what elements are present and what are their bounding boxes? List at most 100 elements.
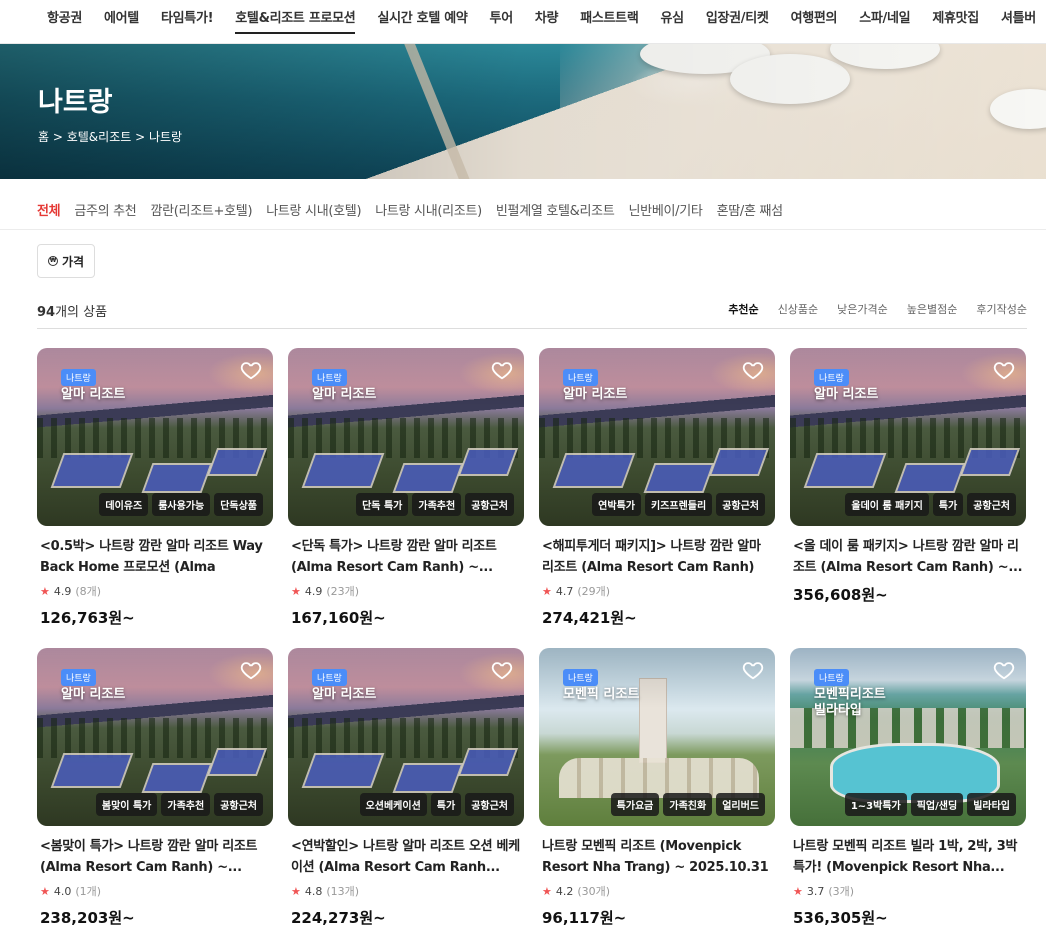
pool	[206, 448, 268, 476]
pool	[392, 463, 464, 493]
divider	[0, 229, 1046, 230]
product-card[interactable]: 나트랑 알마 리조트 오션베케이션 특가 공항근처 <연박할인> 나트랑 알마 리조트 오…	[288, 648, 524, 928]
region-badge: 나트랑	[61, 369, 96, 386]
heart-icon[interactable]	[993, 659, 1015, 681]
breadcrumb[interactable]: 홈 > 호텔&리조트 > 나트랑	[38, 128, 182, 145]
review-count: (3개)	[828, 885, 855, 898]
top-navigation: 항공권 에어텔 타임특가! 호텔&리조트 프로모션 실시간 호텔 예약 투어 차…	[0, 0, 1046, 44]
product-title[interactable]: 나트랑 모벤픽 리조트 (Movenpick Resort Nha Trang)…	[539, 836, 775, 878]
sort-low-price[interactable]: 낮은가격순	[837, 301, 888, 317]
heart-icon[interactable]	[240, 359, 262, 381]
rating-value: 4.2	[555, 884, 574, 898]
product-card[interactable]: 나트랑 모벤픽 리조트 특가요금 가족친화 얼리버드나트랑 모벤픽 리조트 (Moven…	[539, 648, 775, 928]
nav-item-timedeal[interactable]: 타임특가!	[161, 7, 214, 34]
category-tabs: 전체 금주의 추천 깜란(리조트+호텔) 나트랑 시내(호텔) 나트랑 시내(리…	[37, 200, 797, 219]
tag-badge: 공항근처	[214, 793, 263, 816]
product-price: 274,421원~	[542, 609, 637, 627]
tag-list: 올데이 룸 패키지 특가 공항근처	[845, 493, 1016, 516]
sort-options: 추천순 신상품순 낮은가격순 높은별점순 후기작성순	[709, 301, 1027, 317]
tag-badge: 오션베케이션	[359, 793, 427, 816]
nav-item-realtime-hotel[interactable]: 실시간 호텔 예약	[377, 7, 467, 34]
tab-city-resort[interactable]: 나트랑 시내(리조트)	[375, 200, 482, 219]
nav-item-shuttle[interactable]: 셔틀버	[1001, 7, 1036, 34]
review-count: (30개)	[577, 885, 611, 898]
sort-reviews[interactable]: 후기작성순	[976, 301, 1027, 317]
sort-recommended[interactable]: 추천순	[728, 301, 758, 317]
tag-badge: 단독상품	[214, 493, 263, 516]
tag-badge: 얼리버드	[716, 793, 765, 816]
product-image[interactable]: 나트랑 모벤픽 리조트 특가요금 가족친화 얼리버드	[539, 648, 775, 826]
page-title: 나트랑	[38, 87, 113, 118]
tag-list: 오션베케이션 특가 공항근처	[359, 793, 514, 816]
tag-list: 특가요금 가족친화 얼리버드	[610, 793, 765, 816]
nav-item-usim[interactable]: 유심	[661, 7, 685, 34]
heart-icon[interactable]	[240, 659, 262, 681]
product-card[interactable]: 나트랑 알마 리조트 데이유즈 룸사용가능 단독상품 <0.5박> 나트랑 깜란 알마 리…	[37, 348, 273, 628]
product-image[interactable]: 나트랑 알마 리조트 올데이 룸 패키지 특가 공항근처	[790, 348, 1026, 526]
product-image[interactable]: 나트랑 알마 리조트 봄맞이 특가 가족추천 공항근처	[37, 648, 273, 826]
product-title[interactable]: <올 데이 룸 패키지> 나트랑 깜란 알마 리조트 (Alma Resort …	[790, 536, 1026, 578]
rating: ★ 4.8 (13개)	[288, 883, 524, 899]
rating: ★ 4.9 (23개)	[288, 583, 524, 599]
product-image[interactable]: 나트랑 알마 리조트 연박특가 키즈프렌들리 공항근처	[539, 348, 775, 526]
product-title[interactable]: <단독 특가> 나트랑 깜란 알마 리조트 (Alma Resort Cam R…	[288, 536, 524, 578]
nav-item-restaurants[interactable]: 제휴맛집	[932, 7, 979, 34]
sort-newest[interactable]: 신상품순	[778, 301, 818, 317]
product-price: 536,305원~	[793, 909, 888, 927]
tag-badge: 공항근처	[465, 793, 514, 816]
product-image[interactable]: 나트랑 모벤픽리조트 빌라타입 1~3박특가 픽업/샌딩 빌라타입	[790, 648, 1026, 826]
tab-weekly-recommend[interactable]: 금주의 추천	[74, 200, 136, 219]
nav-item-vehicle[interactable]: 차량	[535, 7, 559, 34]
star-icon: ★	[291, 584, 301, 598]
tab-all[interactable]: 전체	[37, 200, 61, 219]
product-image[interactable]: 나트랑 알마 리조트 데이유즈 룸사용가능 단독상품	[37, 348, 273, 526]
product-card[interactable]: 나트랑 알마 리조트 올데이 룸 패키지 특가 공항근처 <올 데이 룸 패키지> 나트랑…	[790, 348, 1026, 605]
rating-value: 3.7	[806, 884, 825, 898]
nav-item-tickets[interactable]: 입장권/티켓	[706, 7, 769, 34]
nav-item-hotel-promotion[interactable]: 호텔&리조트 프로모션	[235, 7, 356, 34]
product-price: 126,763원~	[40, 609, 135, 627]
nav-item-tour[interactable]: 투어	[490, 7, 514, 34]
product-title[interactable]: <해피투게더 패키지]> 나트랑 깜란 알마 리조트 (Alma Resort …	[539, 536, 775, 578]
product-image[interactable]: 나트랑 알마 리조트 단독 특가 가족추천 공항근처	[288, 348, 524, 526]
resort-name: 알마 리조트	[563, 387, 628, 402]
product-title[interactable]: <봄맞이 특가> 나트랑 깜란 알마 리조트 (Alma Resort Cam …	[37, 836, 273, 878]
product-title[interactable]: <연박할인> 나트랑 알마 리조트 오션 베케이션 (Alma Resort C…	[288, 836, 524, 878]
heart-icon[interactable]	[993, 359, 1015, 381]
product-card[interactable]: 나트랑 알마 리조트 연박특가 키즈프렌들리 공항근처 <해피투게더 패키지]> 나트랑 …	[539, 348, 775, 628]
product-title[interactable]: <0.5박> 나트랑 깜란 알마 리조트 Way Back Home 프로모션 …	[37, 536, 273, 578]
resort-roofs	[559, 758, 759, 798]
product-price: 224,273원~	[291, 909, 386, 927]
nav-item-airtel[interactable]: 에어텔	[104, 7, 139, 34]
price-filter-button[interactable]: ₩ 가격	[37, 244, 96, 278]
region-badge: 나트랑	[814, 669, 849, 686]
pool	[457, 448, 519, 476]
heart-icon[interactable]	[491, 659, 513, 681]
tab-camranh[interactable]: 깜란(리조트+호텔)	[150, 200, 252, 219]
product-card[interactable]: 나트랑 알마 리조트 단독 특가 가족추천 공항근처 <단독 특가> 나트랑 깜란 알마 …	[288, 348, 524, 628]
heart-icon[interactable]	[491, 359, 513, 381]
pool	[50, 453, 134, 488]
heart-icon[interactable]	[742, 659, 764, 681]
tab-islands[interactable]: 혼땀/혼 째섬	[717, 200, 784, 219]
tab-ninhvan[interactable]: 닌반베이/기타	[629, 200, 703, 219]
pool	[643, 463, 715, 493]
nav-item-flights[interactable]: 항공권	[47, 7, 82, 34]
tab-city-hotel[interactable]: 나트랑 시내(호텔)	[266, 200, 361, 219]
nav-item-spa[interactable]: 스파/네일	[859, 7, 910, 34]
resort-name: 알마 리조트	[312, 387, 377, 402]
tag-badge: 룸사용가능	[152, 493, 211, 516]
nav-item-fasttrack[interactable]: 패스트트랙	[580, 7, 639, 34]
resort-name: 알마 리조트	[61, 387, 126, 402]
star-icon: ★	[40, 584, 50, 598]
rating-value: 4.9	[53, 584, 72, 598]
sort-high-rating[interactable]: 높은별점순	[907, 301, 958, 317]
tab-vinpearl[interactable]: 빈펄계열 호텔&리조트	[496, 200, 615, 219]
product-card[interactable]: 나트랑 알마 리조트 봄맞이 특가 가족추천 공항근처 <봄맞이 특가> 나트랑 깜란 알…	[37, 648, 273, 928]
heart-icon[interactable]	[742, 359, 764, 381]
tag-badge: 1~3박특가	[844, 793, 907, 816]
product-card[interactable]: 나트랑 모벤픽리조트 빌라타입 1~3박특가 픽업/샌딩 빌라타입나트랑 모벤픽 리조트 …	[790, 648, 1026, 928]
nav-item-convenience[interactable]: 여행편의	[791, 7, 838, 34]
product-title[interactable]: 나트랑 모벤픽 리조트 빌라 1박, 2박, 3박 특가! (Movenpick…	[790, 836, 1026, 878]
product-image[interactable]: 나트랑 알마 리조트 오션베케이션 특가 공항근처	[288, 648, 524, 826]
